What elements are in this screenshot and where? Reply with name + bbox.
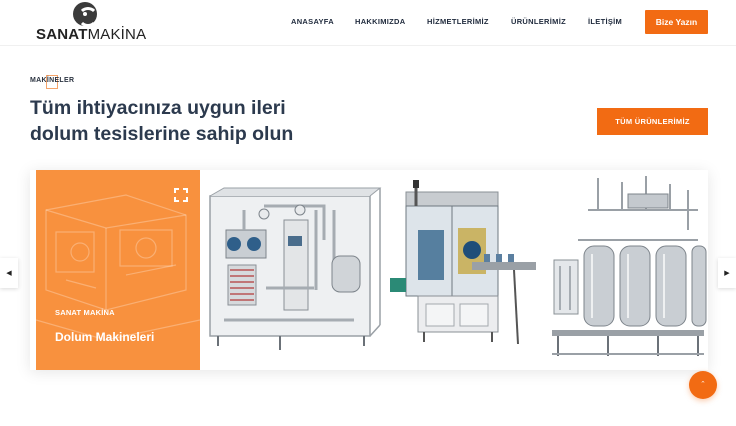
chevron-left-icon: ◀ bbox=[6, 270, 12, 277]
brand-name: SANATMAKİNA bbox=[36, 26, 147, 43]
back-to-top-button[interactable]: ˆ bbox=[689, 371, 717, 399]
headline-line-2: dolum tesislerine sahip olun bbox=[30, 123, 294, 145]
eyebrow-label: MAKİNELER bbox=[30, 77, 75, 84]
tank-system-image[interactable] bbox=[548, 170, 708, 370]
nav-item-urunlerimiz[interactable]: ÜRÜNLERİMİZ bbox=[511, 17, 566, 26]
carousel-next-button[interactable]: ▶ bbox=[718, 258, 736, 288]
section-headline: Tüm ihtiyacınıza uygun ileri dolum tesis… bbox=[30, 95, 370, 147]
feature-subtitle: SANAT MAKİNA bbox=[55, 308, 115, 317]
products-carousel: SANAT MAKİNA Dolum Makineleri bbox=[30, 170, 708, 370]
section-eyebrow: MAKİNELER bbox=[30, 75, 90, 89]
labeling-machine-image[interactable] bbox=[384, 170, 548, 370]
nav-item-hizmetlerimiz[interactable]: HİZMETLERİMİZ bbox=[427, 17, 489, 26]
headline-line-1: Tüm ihtiyacınıza uygun ileri bbox=[30, 97, 286, 119]
all-products-button[interactable]: TÜM ÜRÜNLERİMİZ bbox=[597, 108, 708, 135]
nav-item-hakkimizda[interactable]: HAKKIMIZDA bbox=[355, 17, 406, 26]
nav-item-anasayfa[interactable]: ANASAYFA bbox=[291, 17, 334, 26]
carousel-prev-button[interactable]: ◀ bbox=[0, 258, 18, 288]
chevron-up-icon: ˆ bbox=[701, 380, 705, 390]
nav-item-iletisim[interactable]: İLETİŞİM bbox=[588, 17, 622, 26]
brand-logo[interactable]: SANATMAKİNA bbox=[36, 0, 146, 46]
feature-title: Dolum Makineleri bbox=[55, 330, 155, 344]
pasteurizer-machine-image[interactable] bbox=[204, 170, 384, 370]
featured-card[interactable]: SANAT MAKİNA Dolum Makineleri bbox=[36, 170, 200, 370]
chevron-right-icon: ▶ bbox=[724, 270, 730, 277]
expand-icon[interactable] bbox=[174, 188, 188, 202]
logo-gear-icon bbox=[73, 2, 98, 27]
contact-button[interactable]: Bize Yazın bbox=[645, 10, 708, 34]
site-header: SANATMAKİNA ANASAYFA HAKKIMIZDA HİZMETLE… bbox=[0, 0, 736, 46]
